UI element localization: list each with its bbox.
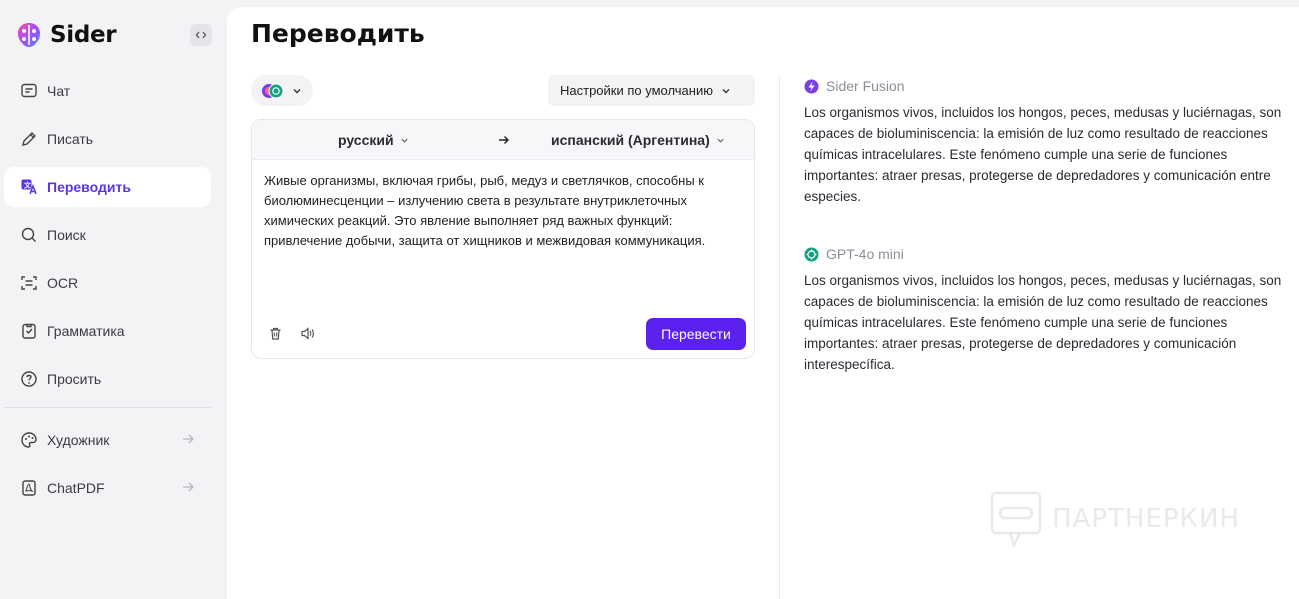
target-language-select[interactable]: испанский (Аргентина) <box>551 132 725 148</box>
artist-icon <box>19 430 39 450</box>
pdf-icon <box>19 478 39 498</box>
sidebar-item-ask[interactable]: Просить <box>4 359 211 399</box>
sidebar-item-label: Поиск <box>47 227 86 243</box>
translation-result: Sider Fusion Los organismos vivos, inclu… <box>804 77 1294 207</box>
sidebar-item-chat[interactable]: Чат <box>4 71 211 111</box>
settings-label: Настройки по умолчанию <box>560 83 713 98</box>
page-title: Переводить <box>251 19 425 48</box>
source-text-input[interactable]: Живые организмы, включая грибы, рыб, мед… <box>264 171 746 251</box>
result-model-name: Sider Fusion <box>826 78 905 94</box>
sidebar-item-ocr[interactable]: OCR <box>4 263 211 303</box>
chevron-down-icon <box>293 88 301 93</box>
sidebar-divider <box>4 407 211 408</box>
clear-text-button[interactable] <box>268 326 283 346</box>
sidebar-item-label: OCR <box>47 275 79 291</box>
sidebar-item-write[interactable]: Писать <box>4 119 211 159</box>
panel-divider <box>779 75 780 599</box>
svg-text:文: 文 <box>24 181 32 190</box>
sider-fusion-icon <box>804 78 820 94</box>
settings-dropdown[interactable]: Настройки по умолчанию <box>548 75 755 106</box>
target-language-label: испанский (Аргентина) <box>551 132 710 148</box>
sidebar-item-label: Писать <box>47 131 94 147</box>
logo[interactable]: Sider <box>14 20 117 50</box>
arrow-right-icon <box>499 136 509 144</box>
watermark-text: ПАРТНЕРКИН <box>1052 504 1241 534</box>
result-text: Los organismos vivos, incluidos los hong… <box>804 273 1282 372</box>
sidebar-item-label: Переводить <box>47 179 131 195</box>
result-text: Los organismos vivos, incluidos los hong… <box>804 105 1282 204</box>
ocr-icon <box>19 273 39 293</box>
sidebar-item-artist[interactable]: Художник <box>4 420 211 460</box>
sidebar-item-label: Просить <box>47 371 102 387</box>
sidebar-item-translate[interactable]: 文 Переводить <box>4 167 211 207</box>
chevron-down-icon <box>400 138 408 143</box>
sidebar-item-label: ChatPDF <box>47 480 105 496</box>
result-model-header: GPT-4o mini <box>804 245 1294 263</box>
sidebar-item-label: Художник <box>47 432 110 448</box>
result-model-name: GPT-4o mini <box>826 246 904 262</box>
translate-icon: 文 <box>19 177 39 197</box>
translate-input-box: русский испанский (Аргентина) Живые орга… <box>251 119 755 359</box>
translation-result: GPT-4o mini Los organismos vivos, inclui… <box>804 245 1294 375</box>
sidebar-item-search[interactable]: Поиск <box>4 215 211 255</box>
sidebar-item-grammar[interactable]: Грамматика <box>4 311 211 351</box>
watermark-logo-icon <box>990 491 1042 547</box>
trash-icon <box>270 327 281 340</box>
result-model-header: Sider Fusion <box>804 77 1294 95</box>
pen-icon <box>19 129 39 149</box>
chevron-down-icon <box>722 88 730 93</box>
openai-icon <box>804 246 820 262</box>
sidebar-item-label: Чат <box>47 83 71 99</box>
watermark: ПАРТНЕРКИН <box>990 491 1240 547</box>
app-name: Sider <box>50 22 117 48</box>
swap-languages-button[interactable] <box>498 133 510 149</box>
main-panel: Переводить Настройки по умолчанию русски… <box>227 7 1299 599</box>
sidebar-item-label: Грамматика <box>47 323 125 339</box>
chevron-down-icon <box>717 138 724 143</box>
ask-icon <box>19 369 39 389</box>
source-language-label: русский <box>338 132 394 148</box>
model-icons <box>262 83 284 98</box>
collapse-icon <box>195 31 207 39</box>
arrow-right-icon <box>183 482 194 492</box>
chat-icon <box>19 81 39 101</box>
sidebar-nav: Чат Писать 文 Переводить Поиск OCR Грамма… <box>4 71 211 516</box>
speak-button[interactable] <box>300 326 315 346</box>
sidebar-item-chatpdf[interactable]: ChatPDF <box>4 468 211 508</box>
grammar-icon <box>19 321 39 341</box>
app-window: Sider Чат Писать 文 Переводить Поиск OCR … <box>0 0 1299 599</box>
speaker-icon <box>301 327 314 340</box>
language-bar: русский испанский (Аргентина) <box>252 120 754 160</box>
model-selector[interactable] <box>251 75 313 106</box>
translate-button[interactable]: Перевести <box>646 318 746 350</box>
collapse-sidebar-button[interactable] <box>190 24 212 46</box>
sidebar: Sider Чат Писать 文 Переводить Поиск OCR … <box>0 0 227 599</box>
search-icon <box>19 225 39 245</box>
sider-logo-icon <box>18 23 40 47</box>
source-language-select[interactable]: русский <box>338 132 409 148</box>
arrow-right-icon <box>183 434 194 444</box>
